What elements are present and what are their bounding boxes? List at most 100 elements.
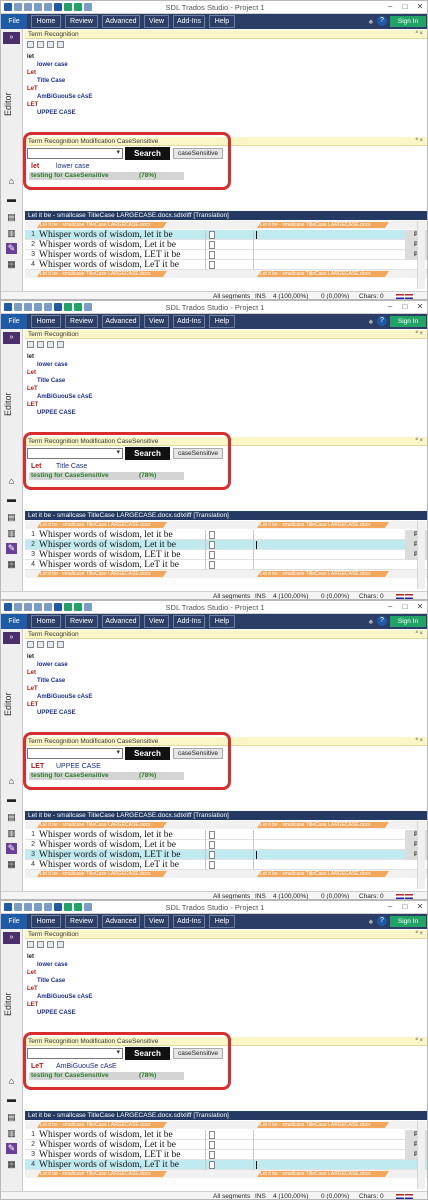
segment-row[interactable]: 4 Whisper words of wisdom, LeT it be [25, 260, 427, 270]
term-tool-icon[interactable] [47, 41, 54, 48]
ribbon-tab-advanced[interactable]: Advanced [102, 615, 140, 628]
expand-icon[interactable]: » [3, 32, 20, 44]
segment-row[interactable]: 2 Whisper words of wisdom, Let it be P [25, 1140, 427, 1150]
ribbon-tab-addins[interactable]: Add-Ins [173, 915, 205, 928]
ribbon-tab-view[interactable]: View [144, 615, 169, 628]
segment-filter[interactable]: All segments [213, 1193, 250, 1199]
insert-mode[interactable]: INS [255, 893, 266, 899]
notification-icon[interactable]: ♠ [369, 17, 373, 26]
term-target[interactable]: AmBiGuouSe cAsE [27, 393, 425, 401]
insert-mode[interactable]: INS [255, 1193, 266, 1199]
term-target[interactable]: UPPEE CASE [27, 109, 425, 117]
help-circle-icon[interactable]: ? [377, 616, 387, 626]
term-source[interactable]: LeT [27, 85, 425, 93]
file-tab[interactable]: File [1, 14, 27, 29]
minimize-icon[interactable]: – [383, 902, 397, 912]
term-tool-icon[interactable] [47, 941, 54, 948]
segment-row[interactable]: 3 Whisper words of wisdom, LET it be P [25, 250, 427, 260]
term-target[interactable]: lower case [27, 361, 425, 369]
editor-scrollbar[interactable] [417, 1121, 425, 1189]
close-icon[interactable]: ✕ [413, 302, 427, 312]
pane-pin-close-icon[interactable]: ª × [416, 330, 423, 339]
pencil-icon[interactable]: ✎ [6, 543, 17, 554]
help-circle-icon[interactable]: ? [377, 16, 387, 26]
tray-icon[interactable]: ▬ [6, 494, 17, 505]
term-tool-icon[interactable] [57, 341, 64, 348]
notification-icon[interactable]: ♠ [369, 617, 373, 626]
term-target[interactable]: UPPEE CASE [27, 709, 425, 717]
ribbon-tab-view[interactable]: View [144, 915, 169, 928]
ribbon-tab-help[interactable]: Help [209, 315, 235, 328]
term-tool-icon[interactable] [57, 941, 64, 948]
segment-row[interactable]: 2 Whisper words of wisdom, Let it be P [25, 540, 427, 550]
report-icon[interactable]: ▦ [6, 1159, 17, 1170]
ribbon-tab-advanced[interactable]: Advanced [102, 915, 140, 928]
expand-icon[interactable]: » [3, 332, 20, 344]
term-target[interactable]: AmBiGuouSe cAsE [27, 993, 425, 1001]
ribbon-tab-review[interactable]: Review [65, 315, 98, 328]
ribbon-tab-help[interactable]: Help [209, 915, 235, 928]
term-target[interactable]: Title Case [27, 77, 425, 85]
ribbon-tab-review[interactable]: Review [65, 915, 98, 928]
term-dropdown[interactable] [27, 148, 123, 159]
insert-mode[interactable]: INS [255, 293, 266, 299]
term-source[interactable]: let [27, 953, 425, 961]
term-target[interactable]: lower case [27, 961, 425, 969]
term-tool-icon[interactable] [37, 941, 44, 948]
report-icon[interactable]: ▦ [6, 559, 17, 570]
files-icon[interactable]: ▤ [6, 1112, 17, 1123]
term-tool-icon[interactable] [37, 341, 44, 348]
pane-pin-close-icon[interactable]: ª × [416, 30, 423, 39]
ribbon-tab-home[interactable]: Home [31, 915, 61, 928]
ribbon-tab-home[interactable]: Home [31, 15, 61, 28]
term-tool-icon[interactable] [27, 41, 34, 48]
term-source[interactable]: Let [27, 69, 425, 77]
term-tool-icon[interactable] [47, 341, 54, 348]
segment-row[interactable]: 4 Whisper words of wisdom, LeT it be [25, 560, 427, 570]
search-button[interactable]: Search [125, 447, 170, 460]
notification-icon[interactable]: ♠ [369, 317, 373, 326]
segment-row[interactable]: 3 Whisper words of wisdom, LET it be P [25, 1150, 427, 1160]
file-tab[interactable]: File [1, 614, 27, 629]
ribbon-tab-view[interactable]: View [144, 15, 169, 28]
term-source[interactable]: LeT [27, 985, 425, 993]
files-icon[interactable]: ▤ [6, 512, 17, 523]
ribbon-tab-view[interactable]: View [144, 315, 169, 328]
term-source[interactable]: Let [27, 669, 425, 677]
term-source[interactable]: LET [27, 101, 425, 109]
ribbon-tab-home[interactable]: Home [31, 615, 61, 628]
pane-pin-close-icon[interactable]: ª × [416, 737, 423, 746]
ribbon-tab-review[interactable]: Review [65, 615, 98, 628]
sign-in-button[interactable]: Sign In [390, 916, 426, 927]
editor-tab-title[interactable]: Let it be - smallcase TitleCase LARGECAS… [25, 511, 427, 520]
pencil-icon[interactable]: ✎ [6, 843, 17, 854]
term-source[interactable]: Let [27, 369, 425, 377]
search-button[interactable]: Search [125, 747, 170, 760]
maximize-icon[interactable]: □ [398, 302, 412, 312]
term-tool-icon[interactable] [57, 641, 64, 648]
close-icon[interactable]: ✕ [413, 602, 427, 612]
term-source[interactable]: LeT [27, 385, 425, 393]
sign-in-button[interactable]: Sign In [390, 16, 426, 27]
home-icon[interactable]: ⌂ [6, 776, 17, 787]
minimize-icon[interactable]: – [383, 602, 397, 612]
term-tool-icon[interactable] [47, 641, 54, 648]
case-sensitive-button[interactable]: caseSensitive [173, 448, 223, 459]
editor-tab-title[interactable]: Let it be - smallcase TitleCase LARGECAS… [25, 211, 427, 220]
segment-row[interactable]: 3 Whisper words of wisdom, LET it be P [25, 850, 427, 860]
editor-tab-title[interactable]: Let it be - smallcase TitleCase LARGECAS… [25, 1111, 427, 1120]
home-icon[interactable]: ⌂ [6, 176, 17, 187]
tray-icon[interactable]: ▬ [6, 1094, 17, 1105]
editor-scrollbar[interactable] [417, 221, 425, 289]
term-dropdown[interactable] [27, 448, 123, 459]
minimize-icon[interactable]: – [383, 302, 397, 312]
ribbon-tab-advanced[interactable]: Advanced [102, 315, 140, 328]
pane-pin-close-icon[interactable]: ª × [416, 137, 423, 146]
term-tool-icon[interactable] [37, 41, 44, 48]
term-target[interactable]: AmBiGuouSe cAsE [27, 693, 425, 701]
expand-icon[interactable]: » [3, 632, 20, 644]
term-tool-icon[interactable] [27, 341, 34, 348]
term-tool-icon[interactable] [37, 641, 44, 648]
search-button[interactable]: Search [125, 1047, 170, 1060]
ribbon-tab-addins[interactable]: Add-Ins [173, 615, 205, 628]
